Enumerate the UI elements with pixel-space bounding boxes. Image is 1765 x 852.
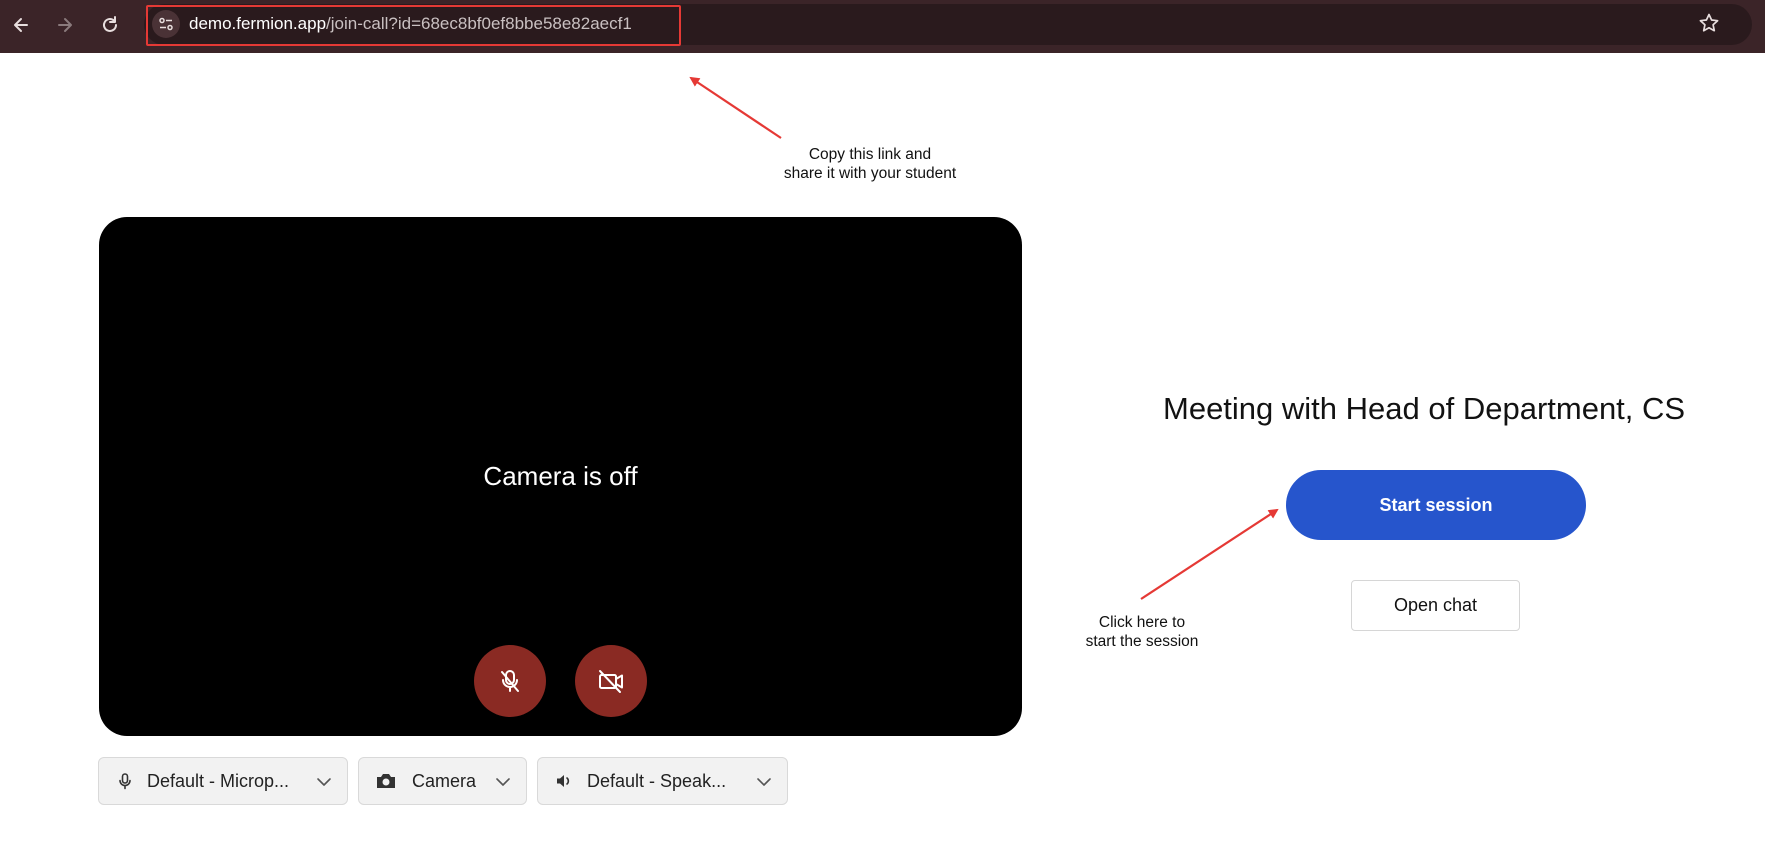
camera-toggle-button[interactable] (575, 645, 647, 717)
start-hint-annotation-line2: start the session (1085, 633, 1199, 650)
speaker-icon (557, 775, 570, 787)
camera-off-icon (599, 670, 623, 693)
camera-status-text: Camera is off (483, 461, 638, 491)
camera-select-value: Camera (412, 771, 477, 791)
meeting-title: Meeting with Head of Department, CS (1163, 391, 1686, 426)
mic-toggle-button[interactable] (474, 645, 546, 717)
open-chat-button[interactable]: Open chat (1351, 580, 1520, 631)
start-session-button[interactable]: Start session (1286, 470, 1586, 540)
copy-link-annotation-line2: share it with your student (783, 165, 957, 182)
video-preview: Camera is off (99, 217, 1022, 736)
microphone-select-value: Default - Microp... (147, 771, 290, 791)
microphone-select[interactable]: Default - Microp... (98, 757, 348, 805)
mic-off-icon (501, 670, 519, 692)
start-hint-annotation: Click here to start the session (1057, 613, 1227, 651)
arrow-to-url (689, 76, 782, 139)
arrow-to-start (1140, 508, 1279, 600)
microphone-icon (119, 773, 131, 790)
chevron-down-icon (317, 778, 331, 786)
chevron-down-icon (496, 778, 510, 786)
chevron-down-icon (757, 778, 771, 786)
camera-icon (377, 774, 395, 788)
start-hint-annotation-line1: Click here to (1098, 614, 1186, 631)
speaker-select[interactable]: Default - Speak... (537, 757, 788, 805)
speaker-select-value: Default - Speak... (587, 771, 727, 791)
copy-link-annotation-line1: Copy this link and (808, 146, 932, 163)
camera-select[interactable]: Camera (358, 757, 527, 805)
copy-link-annotation: Copy this link and share it with your st… (750, 145, 990, 183)
